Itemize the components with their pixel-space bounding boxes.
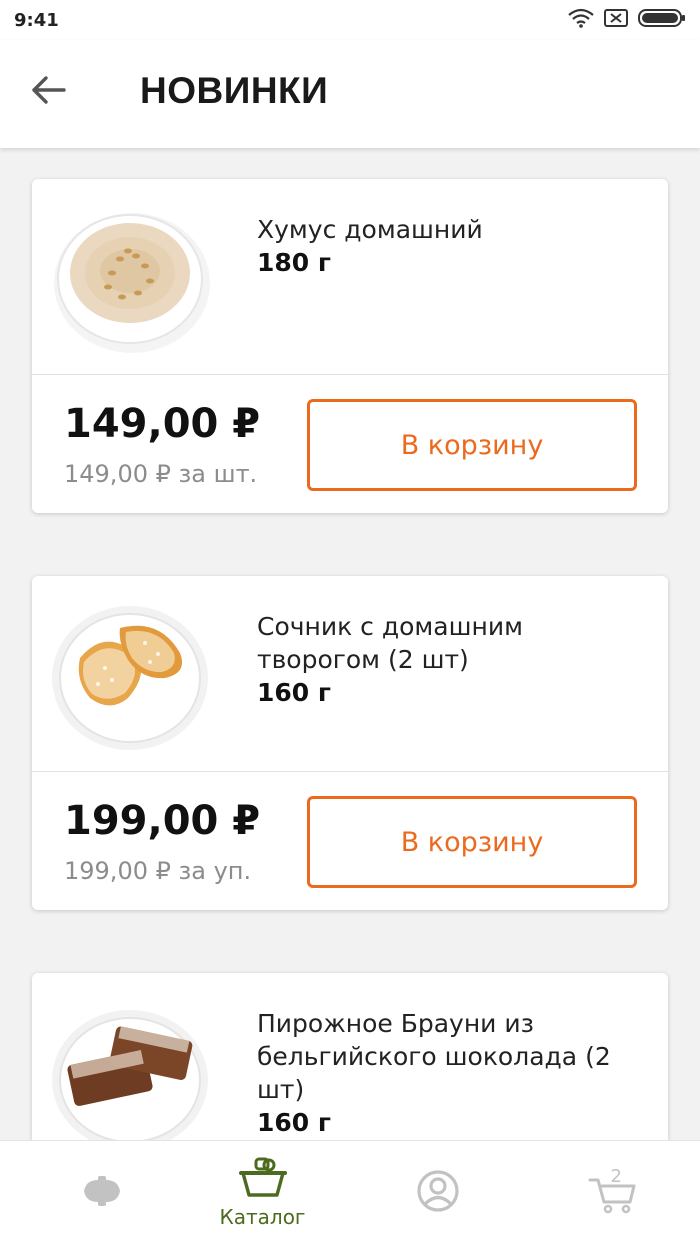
product-card[interactable]: Пирожное Брауни из бельгийского шоколада… [32, 973, 668, 1140]
wifi-icon [568, 8, 594, 33]
product-info[interactable]: Сочник с домашним творогом (2 шт) 160 г [257, 610, 652, 709]
product-name: Пирожное Брауни из бельгийского шоколада… [257, 1009, 611, 1104]
cart-icon: 2 [588, 1166, 638, 1214]
product-card[interactable]: Хумус домашний 180 г 149,00 ₽ 149,00 ₽ з… [32, 179, 668, 513]
nav-profile[interactable] [350, 1141, 525, 1245]
product-weight: 160 г [257, 678, 331, 707]
add-to-cart-button[interactable]: В корзину [307, 399, 637, 491]
product-weight: 160 г [257, 1108, 331, 1137]
product-name: Сочник с домашним творогом (2 шт) [257, 612, 523, 674]
product-info[interactable]: Хумус домашний 180 г [257, 213, 652, 279]
product-image[interactable] [50, 201, 210, 356]
product-card-header: Хумус домашний 180 г [32, 179, 668, 375]
product-card-footer: 199,00 ₽ 199,00 ₽ за уп. В корзину [32, 772, 668, 910]
status-time: 9:41 [14, 9, 59, 31]
status-icons [568, 8, 686, 33]
basket-icon [238, 1157, 287, 1203]
nav-label-catalog: Каталог [219, 1205, 306, 1229]
profile-icon [416, 1169, 460, 1217]
product-name: Хумус домашний [257, 215, 483, 244]
nav-catalog[interactable]: Каталог [175, 1141, 350, 1245]
arrow-left-icon [30, 75, 66, 109]
brand-logo-icon [80, 1174, 124, 1212]
product-card[interactable]: Сочник с домашним творогом (2 шт) 160 г … [32, 576, 668, 910]
add-to-cart-button[interactable]: В корзину [307, 796, 637, 888]
bottom-navigation: Каталог 2 [0, 1140, 700, 1245]
nav-cart[interactable]: 2 [525, 1141, 700, 1245]
product-card-header: Пирожное Брауни из бельгийского шоколада… [32, 973, 668, 1140]
product-image[interactable] [50, 598, 210, 753]
app-bar: НОВИНКИ [0, 40, 700, 148]
nav-home[interactable] [14, 1141, 189, 1245]
product-price: 199,00 ₽ [64, 798, 261, 844]
cart-badge: 2 [610, 1166, 622, 1187]
no-sim-icon [604, 8, 628, 33]
back-button[interactable] [28, 72, 68, 112]
product-weight: 180 г [257, 248, 331, 277]
product-card-header: Сочник с домашним творогом (2 шт) 160 г [32, 576, 668, 772]
page-title: НОВИНКИ [140, 70, 329, 111]
battery-icon [638, 8, 686, 33]
product-image[interactable] [50, 995, 210, 1140]
product-list: Хумус домашний 180 г 149,00 ₽ 149,00 ₽ з… [0, 148, 700, 1140]
product-card-footer: 149,00 ₽ 149,00 ₽ за шт. В корзину [32, 375, 668, 513]
product-info[interactable]: Пирожное Брауни из бельгийского шоколада… [257, 1007, 652, 1139]
product-unit-price: 149,00 ₽ за шт. [64, 460, 258, 488]
product-price: 149,00 ₽ [64, 401, 261, 447]
status-bar: 9:41 [0, 0, 700, 40]
product-unit-price: 199,00 ₽ за уп. [64, 857, 252, 885]
